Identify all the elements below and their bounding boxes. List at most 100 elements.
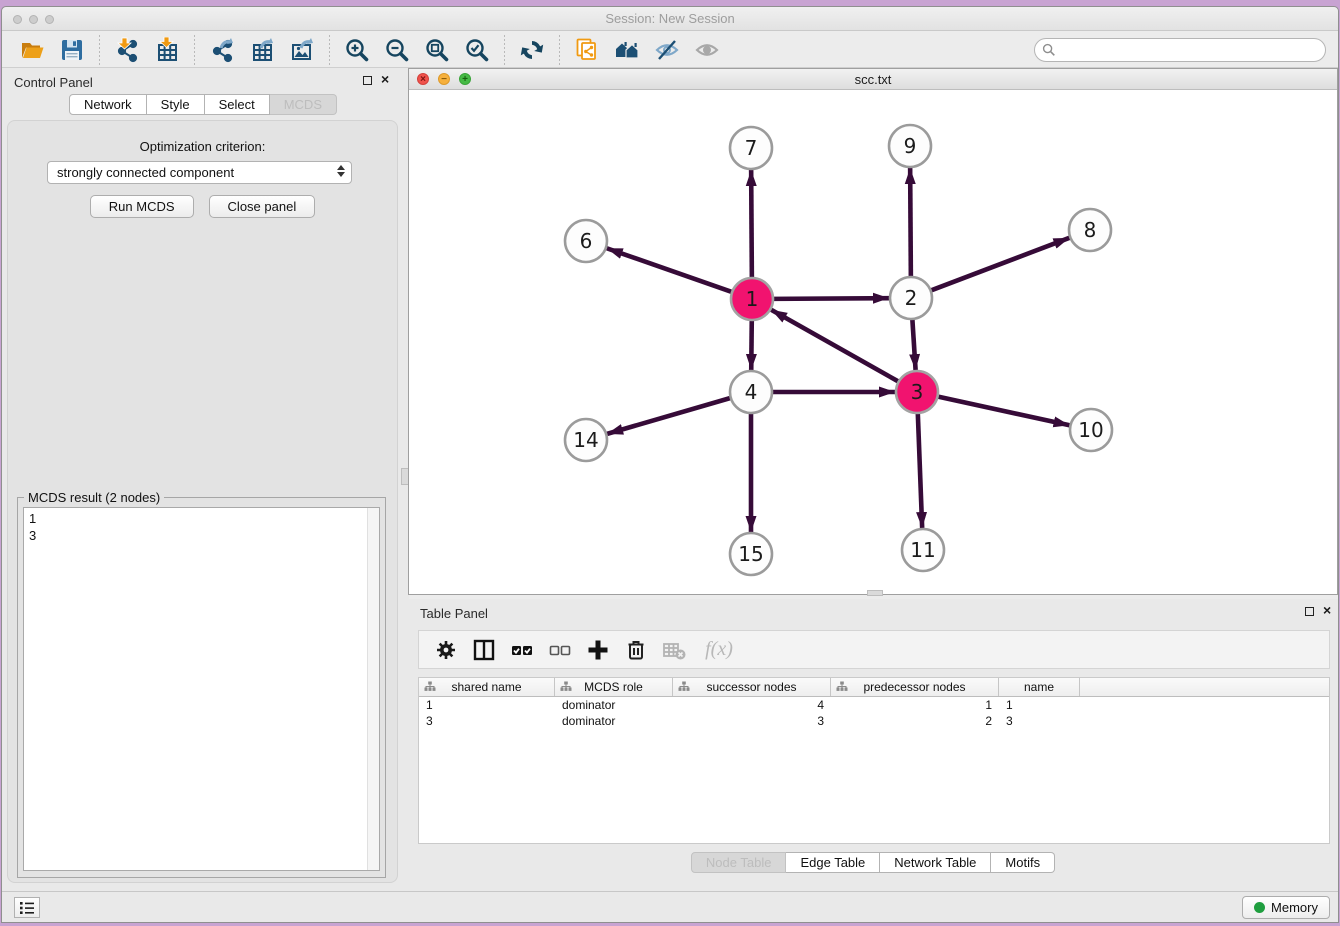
close-panel-icon[interactable]: × [381,72,389,86]
column-header-MCDS-role[interactable]: MCDS role [555,678,673,696]
edge-1-2[interactable] [773,298,889,299]
column-header-successor-nodes[interactable]: successor nodes [673,678,831,696]
edge-3-1[interactable] [771,310,899,382]
close-panel-button[interactable]: Close panel [209,195,316,218]
mcds-result-textarea[interactable]: 1 3 [23,507,380,871]
import-network-icon[interactable] [112,36,142,64]
table-cell[interactable]: 1 [831,697,999,713]
column-label: name [1024,680,1054,694]
select-all-icon[interactable] [509,637,535,663]
table-row[interactable]: 3dominator323 [419,713,1329,729]
zoom-out-icon[interactable] [382,36,412,64]
table-cell[interactable]: dominator [555,713,673,729]
table-cell[interactable]: 3 [673,713,831,729]
table-cell[interactable]: 1 [419,697,555,713]
edge-1-4[interactable] [751,320,752,370]
close-table-panel-icon[interactable]: × [1323,603,1331,617]
export-table-icon[interactable] [247,36,277,64]
toolbar-separator [194,35,195,65]
mcds-result-title: MCDS result (2 nodes) [24,490,164,505]
add-column-icon[interactable] [585,637,611,663]
search-box[interactable] [1034,38,1326,62]
column-header-predecessor-nodes[interactable]: predecessor nodes [831,678,999,696]
export-image-icon[interactable] [287,36,317,64]
zoom-selected-icon[interactable] [462,36,492,64]
edge-1-6[interactable] [607,248,732,292]
edge-2-9[interactable] [910,168,911,277]
run-mcds-button[interactable]: Run MCDS [90,195,194,218]
show-columns-icon[interactable] [471,637,497,663]
tab-style[interactable]: Style [147,94,205,115]
network-window-titlebar[interactable]: × − + scc.txt [409,69,1337,90]
network-resize-grip[interactable] [867,590,883,596]
edge-4-14[interactable] [607,398,731,434]
column-label: MCDS role [584,680,643,694]
toolbar-separator [559,35,560,65]
tab-network-table[interactable]: Network Table [880,852,991,873]
column-header-name[interactable]: name [999,678,1080,696]
tab-network[interactable]: Network [69,94,147,115]
node-label-9: 9 [904,134,917,158]
tab-select[interactable]: Select [205,94,270,115]
delete-table-icon [661,637,687,663]
optimization-criterion-label: Optimization criterion: [8,139,397,154]
zoom-in-icon[interactable] [342,36,372,64]
table-cell[interactable]: 2 [831,713,999,729]
open-file-icon[interactable] [17,36,47,64]
memory-button[interactable]: Memory [1242,896,1330,919]
mcds-panel: Optimization criterion: strongly connect… [7,120,398,883]
hide-selected-icon[interactable] [652,36,682,64]
edge-2-8[interactable] [931,238,1070,291]
column-label: successor nodes [706,680,796,694]
refresh-icon[interactable] [517,36,547,64]
dropdown-value: strongly connected component [57,165,234,180]
search-input[interactable] [1056,43,1306,57]
table-header-row: shared name MCDS role successor nodes pr… [419,678,1329,697]
table-cell[interactable]: dominator [555,697,673,713]
deselect-all-icon[interactable] [547,637,573,663]
mcds-result-group: MCDS result (2 nodes) 1 3 [17,497,386,878]
table-cell[interactable]: 3 [419,713,555,729]
node-table: shared name MCDS role successor nodes pr… [418,677,1330,844]
node-label-6: 6 [580,229,593,253]
window-title: Session: New Session [2,11,1338,26]
control-panel-title: Control Panel [14,75,93,90]
optimization-criterion-dropdown[interactable]: strongly connected component [47,161,352,184]
zoom-fit-icon[interactable] [422,36,452,64]
edge-2-3[interactable] [912,319,915,370]
save-session-icon[interactable] [57,36,87,64]
toolbar-separator [99,35,100,65]
node-label-8: 8 [1084,218,1097,242]
task-history-button[interactable] [14,897,40,918]
node-label-3: 3 [911,380,924,404]
result-scrollbar[interactable] [367,508,379,870]
network-canvas[interactable]: 7968124314101511 [409,90,1337,594]
node-label-1: 1 [746,287,759,311]
control-panel: Control Panel × NetworkStyleSelectMCDS O… [2,68,404,891]
node-label-14: 14 [573,428,598,452]
tab-motifs[interactable]: Motifs [991,852,1055,873]
delete-column-icon[interactable] [623,637,649,663]
new-network-from-selection-icon[interactable] [572,36,602,64]
tab-mcds[interactable]: MCDS [270,94,337,115]
table-cell[interactable]: 3 [999,713,1080,729]
gear-icon[interactable] [433,637,459,663]
edge-1-7[interactable] [751,170,752,278]
float-table-panel-icon[interactable] [1305,607,1314,616]
column-header-shared-name[interactable]: shared name [419,678,555,696]
float-panel-icon[interactable] [363,76,372,85]
column-label: predecessor nodes [863,680,965,694]
memory-label: Memory [1271,900,1318,915]
tab-edge-table[interactable]: Edge Table [786,852,880,873]
first-neighbors-icon[interactable] [612,36,642,64]
table-row[interactable]: 1dominator411 [419,697,1329,713]
table-cell[interactable]: 4 [673,697,831,713]
tab-node-table[interactable]: Node Table [691,852,787,873]
export-network-icon[interactable] [207,36,237,64]
edge-3-10[interactable] [938,396,1070,425]
node-label-10: 10 [1078,418,1103,442]
network-view-window: × − + scc.txt 7968124314101511 [408,68,1338,595]
edge-3-11[interactable] [918,413,922,528]
import-table-icon[interactable] [152,36,182,64]
table-cell[interactable]: 1 [999,697,1080,713]
